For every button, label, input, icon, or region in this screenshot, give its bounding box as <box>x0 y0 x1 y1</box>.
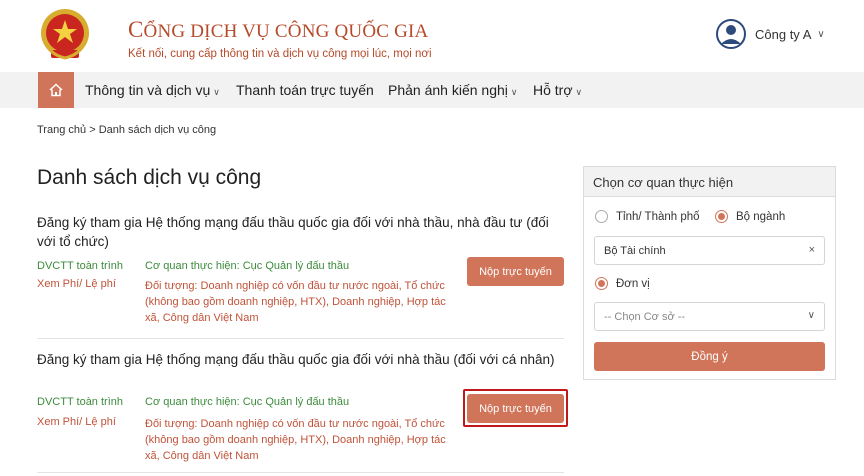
breadcrumb-home-link[interactable]: Trang chủ <box>37 124 86 136</box>
radio-unit[interactable]: Đơn vị <box>595 277 650 290</box>
radio-province[interactable]: Tỉnh/ Thành phố <box>595 210 700 223</box>
nav-item-support[interactable]: Hỗ trợ ∨ <box>533 82 582 98</box>
divider <box>37 472 564 473</box>
nav-home-button[interactable] <box>38 72 74 108</box>
radio-button-on <box>715 210 728 223</box>
service-type-badge: DVCTT toàn trình <box>37 260 123 272</box>
chevron-down-icon: ∨ <box>575 87 583 97</box>
chevron-down-icon: ∨ <box>817 28 825 40</box>
service-title-link[interactable]: Đăng ký tham gia Hệ thống mạng đấu thầu … <box>37 350 564 369</box>
portal-title-initial: C <box>128 17 144 42</box>
user-avatar-icon <box>716 19 746 49</box>
filter-heading: Chọn cơ quan thực hiện <box>584 167 835 197</box>
service-title-link[interactable]: Đăng ký tham gia Hệ thống mạng đấu thầu … <box>37 213 564 251</box>
page-title: Danh sách dịch vụ công <box>37 166 262 189</box>
nav-item-label: Thông tin và dịch vụ <box>85 82 211 98</box>
chevron-down-icon: ∨ <box>807 310 815 321</box>
divider <box>37 338 564 339</box>
service-item: Đăng ký tham gia Hệ thống mạng đấu thầu … <box>37 213 564 333</box>
service-target: Đối tượng: Doanh nghiệp có vốn đầu tư nư… <box>145 280 446 324</box>
site-header: CỔNG DỊCH VỤ CÔNG QUỐC GIA Kết nối, cung… <box>0 0 864 72</box>
user-menu[interactable]: Công ty A ∨ <box>716 19 825 49</box>
service-type-badge: DVCTT toàn trình <box>37 396 123 408</box>
nav-item-label: Thanh toán trực tuyến <box>236 82 374 98</box>
highlight-box <box>463 389 568 427</box>
breadcrumb-current: Danh sách dịch vụ công <box>98 124 217 136</box>
breadcrumb-separator: > <box>89 124 96 136</box>
submit-online-button[interactable]: Nộp trực tuyến <box>467 257 564 286</box>
ministry-value: Bộ Tài chính <box>604 245 666 257</box>
radio-label: Đơn vị <box>616 277 650 290</box>
radio-label: Bộ ngành <box>736 210 786 223</box>
apply-filter-button[interactable]: Đồng ý <box>594 342 825 371</box>
radio-label: Tỉnh/ Thành phố <box>616 210 700 223</box>
unit-placeholder: -- Chọn Cơ sở -- <box>604 311 686 323</box>
nav-item-online-payment[interactable]: Thanh toán trực tuyến <box>236 82 374 98</box>
service-agency: Cơ quan thực hiện: Cục Quản lý đấu thầu <box>145 396 350 408</box>
chevron-down-icon: ∨ <box>213 87 220 97</box>
nav-item-label: Hỗ trợ <box>533 82 573 98</box>
nav-item-label: Phản ánh kiến nghị <box>388 82 508 98</box>
unit-select[interactable]: -- Chọn Cơ sở -- ∨ <box>594 302 825 331</box>
portal-subtitle: Kết nối, cung cấp thông tin và dịch vụ c… <box>128 48 432 60</box>
service-target: Đối tượng: Doanh nghiệp có vốn đầu tư nư… <box>145 418 446 462</box>
national-emblem-icon[interactable] <box>37 6 93 62</box>
nav-item-feedback[interactable]: Phản ánh kiến nghị ∨ <box>388 82 517 98</box>
view-fee-link[interactable]: Xem Phí/ Lệ phí <box>37 416 116 428</box>
user-name: Công ty A <box>755 26 812 42</box>
agency-filter-panel: Chọn cơ quan thực hiện Tỉnh/ Thành phố B… <box>583 166 836 380</box>
radio-button-on <box>595 277 608 290</box>
view-fee-link[interactable]: Xem Phí/ Lệ phí <box>37 278 116 290</box>
home-icon <box>49 83 63 97</box>
portal-title-rest: ỔNG DỊCH VỤ CÔNG QUỐC GIA <box>143 21 429 42</box>
radio-button-off <box>595 210 608 223</box>
service-agency: Cơ quan thực hiện: Cục Quản lý đấu thầu <box>145 260 350 272</box>
clear-icon[interactable]: × <box>809 244 815 256</box>
nav-item-info-services[interactable]: Thông tin và dịch vụ ∨ <box>85 82 220 98</box>
breadcrumb: Trang chủ > Danh sách dịch vụ công <box>37 124 216 136</box>
main-nav: Thông tin và dịch vụ ∨ Thanh toán trực tu… <box>0 72 864 108</box>
chevron-down-icon: ∨ <box>510 87 518 97</box>
ministry-select-field[interactable]: Bộ Tài chính × <box>594 236 825 265</box>
radio-ministry[interactable]: Bộ ngành <box>715 210 785 223</box>
portal-title[interactable]: CỔNG DỊCH VỤ CÔNG QUỐC GIA <box>128 17 428 43</box>
